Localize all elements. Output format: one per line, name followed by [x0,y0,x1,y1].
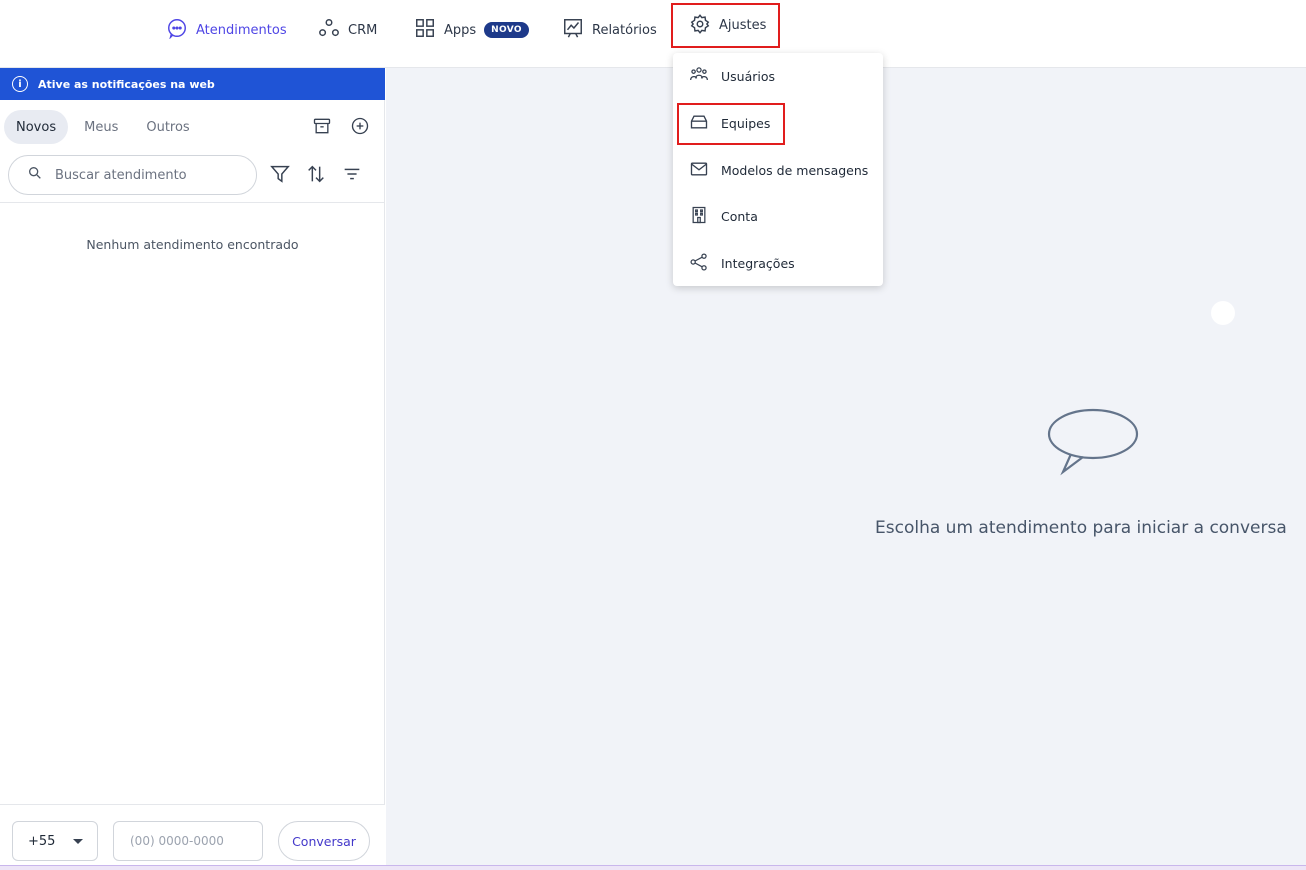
nav-crm[interactable]: CRM [318,13,377,47]
search-tools [269,163,363,189]
notification-text: Ative as notificações na web [38,77,215,91]
menu-item-modelos-de-mensagens[interactable]: Modelos de mensagens [673,150,883,190]
menu-item-label: Conta [721,208,758,224]
menu-item-conta[interactable]: Conta [673,196,883,236]
top-navigation: Atendimentos CRM Apps NOVO Relatórios Aj… [0,0,1306,68]
filter-lines-icon[interactable] [341,163,363,189]
nav-apps-label: Apps [444,22,477,38]
nav-relatorios-label: Relatórios [592,22,657,38]
nav-apps[interactable]: Apps NOVO [414,13,529,47]
empty-state-message: Escolha um atendimento para iniciar a co… [875,518,1287,538]
users-icon [689,65,709,88]
nav-atendimentos[interactable]: Atendimentos [166,13,287,47]
menu-item-equipes[interactable]: Equipes [673,103,883,143]
bottom-accent-line [0,865,1306,870]
add-circle-icon[interactable] [350,116,370,140]
search-icon [27,165,43,185]
team-tray-icon [689,112,709,135]
conversations-panel: i Ative as notificações na web Novos Meu… [0,68,385,870]
menu-item-label: Modelos de mensagens [721,162,869,178]
nav-ajustes-label: Ajustes [719,18,767,33]
list-divider [0,202,385,203]
notification-banner[interactable]: i Ative as notificações na web [0,68,385,100]
nav-crm-label: CRM [348,22,378,38]
country-code-select[interactable]: +55 [12,821,98,861]
building-icon [689,205,709,228]
menu-item-label: Usuários [721,68,776,84]
country-code-value: +55 [28,833,56,849]
tab-outros[interactable]: Outros [134,110,201,144]
apps-grid-icon [414,17,436,43]
status-dot [1211,301,1235,325]
tab-actions [312,116,370,140]
tab-meus[interactable]: Meus [72,110,130,144]
chart-board-icon [562,17,584,43]
menu-item-label: Integrações [721,255,795,271]
menu-item-usuarios[interactable]: Usuários [673,56,883,96]
tab-novos[interactable]: Novos [4,110,69,144]
crm-nodes-icon [318,17,340,43]
envelope-icon [689,159,709,182]
archive-icon[interactable] [312,116,332,140]
info-icon: i [12,76,28,92]
menu-item-label: Equipes [721,115,771,131]
nav-atendimentos-label: Atendimentos [196,22,287,38]
nav-ajustes[interactable]: Ajustes [671,3,780,48]
phone-input[interactable] [113,821,263,861]
conversation-tabs: Novos Meus Outros [4,110,202,144]
menu-item-integracoes[interactable]: Integrações [673,243,883,283]
conversar-button[interactable]: Conversar [278,821,370,861]
new-badge: NOVO [484,22,529,38]
search-field[interactable] [8,155,257,195]
search-row [8,155,378,195]
nav-relatorios[interactable]: Relatórios [562,13,657,47]
gear-icon [689,13,711,39]
chat-bubble-icon [166,17,188,43]
sort-arrows-icon[interactable] [305,163,327,189]
chevron-down-icon [73,838,84,844]
empty-list-message: Nenhum atendimento encontrado [86,237,299,252]
settings-dropdown: Usuários Equipes Modelos de mensagens Co… [673,53,883,286]
speech-bubble-icon [1047,408,1139,476]
new-conversation-bar: +55 Conversar [0,804,385,870]
share-icon [689,252,709,275]
search-input[interactable] [55,167,225,183]
filter-funnel-icon[interactable] [269,163,291,189]
